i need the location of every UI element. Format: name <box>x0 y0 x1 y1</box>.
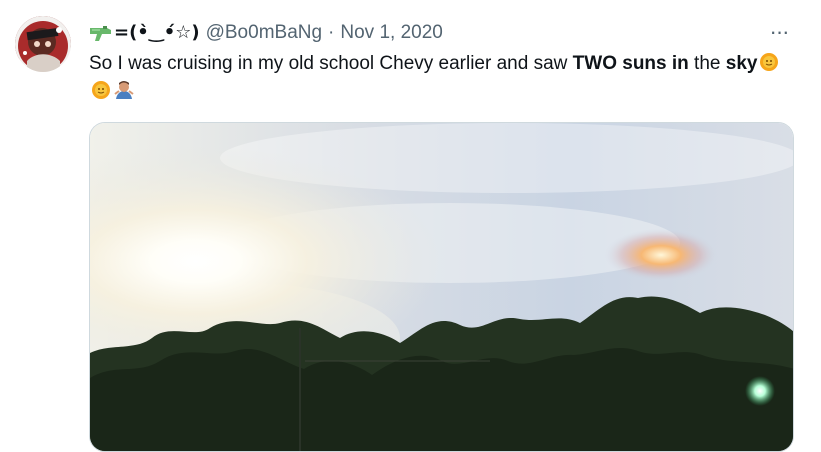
sun-with-face-icon <box>90 79 112 101</box>
water-pistol-icon <box>89 24 113 42</box>
tweet-header: =(•̀‿•́☆) @Bo0mBaNg · Nov 1, 2020 <box>89 21 443 45</box>
tweet-text-part2: the <box>688 53 726 74</box>
avatar-image <box>15 16 71 72</box>
timestamp-link[interactable]: Nov 1, 2020 <box>340 21 442 45</box>
tweet-card[interactable]: =(•̀‿•́☆) @Bo0mBaNg · Nov 1, 2020 ··· So… <box>0 0 821 452</box>
more-options-icon[interactable]: ··· <box>764 21 794 43</box>
avatar[interactable] <box>15 16 71 72</box>
man-shrugging-icon <box>113 79 135 101</box>
display-name[interactable]: =(•̀‿•́☆) <box>114 21 200 45</box>
tweet-text-bold-sky: sky <box>725 53 758 74</box>
sky-photo <box>90 123 793 451</box>
separator-dot: · <box>328 22 335 43</box>
tweet-image[interactable] <box>89 122 794 452</box>
tweet-text-part1: So I was cruising in my old school Chevy… <box>89 53 573 74</box>
sun-with-face-icon <box>758 51 780 73</box>
user-handle[interactable]: @Bo0mBaNg <box>206 21 322 45</box>
tweet-text-bold: TWO suns in <box>572 53 689 74</box>
tweet-text: So I was cruising in my old school Chevy… <box>89 50 789 106</box>
